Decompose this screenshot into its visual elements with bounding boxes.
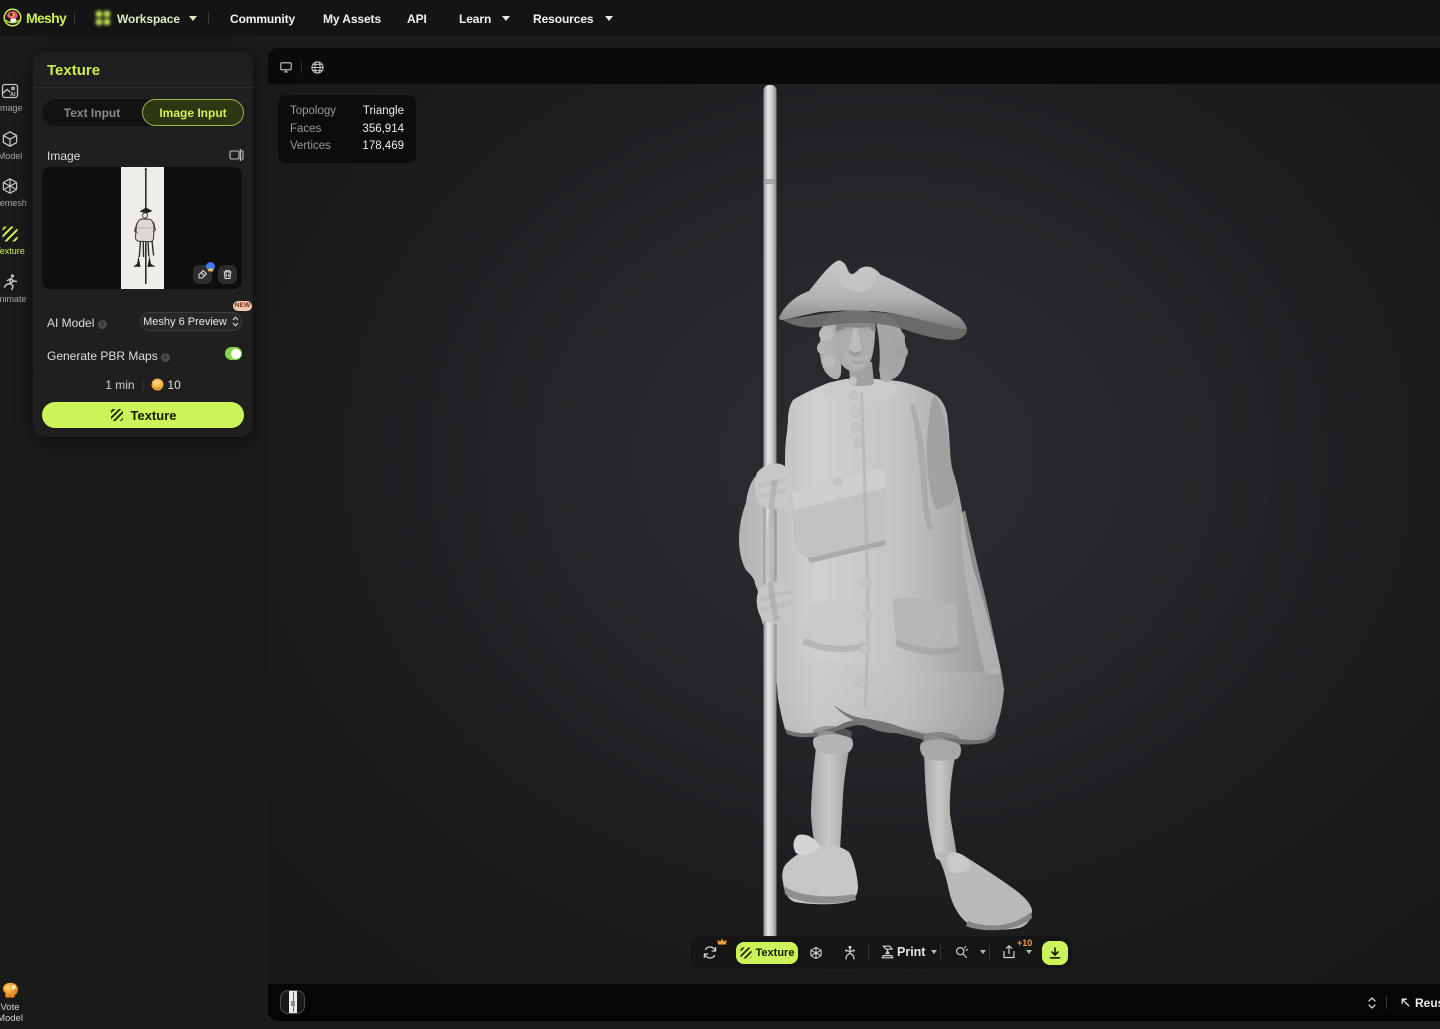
svg-text:AI: AI [10,92,16,98]
